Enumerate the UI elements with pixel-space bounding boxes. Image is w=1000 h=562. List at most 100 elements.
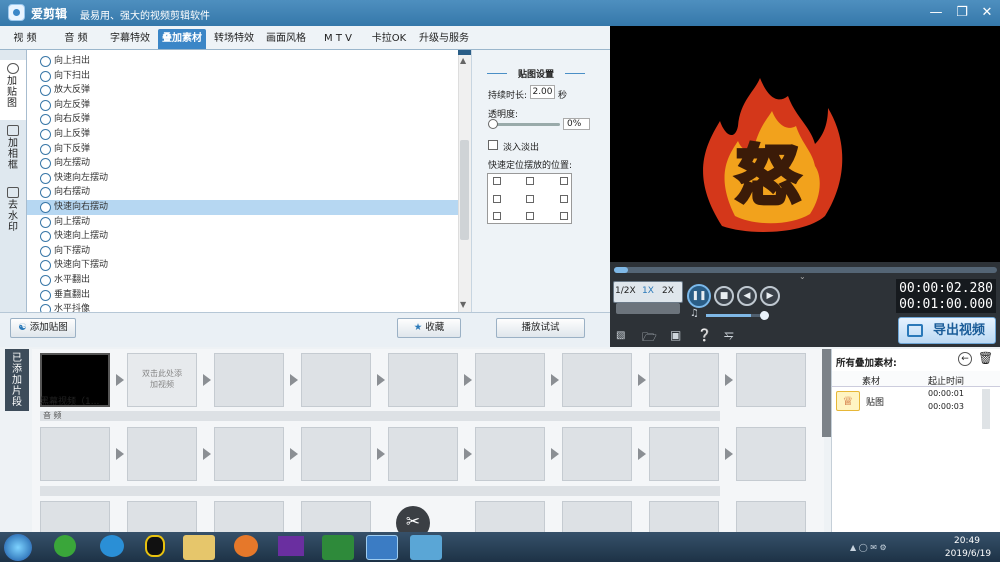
speed-2x[interactable]: 2X — [662, 286, 674, 296]
volume-icon[interactable]: ♫ — [690, 308, 699, 319]
speed-half[interactable]: 1/2X — [615, 286, 636, 296]
position-center[interactable] — [526, 195, 534, 203]
empty-clip-slot[interactable] — [301, 501, 371, 532]
browser-360-icon[interactable] — [54, 535, 76, 557]
track-scrollbar[interactable] — [822, 349, 831, 437]
tab-video[interactable]: 视 频 — [4, 29, 46, 49]
effect-item[interactable]: 垂直翻出 — [27, 288, 458, 303]
start-button-icon[interactable] — [4, 534, 32, 561]
volume-handle[interactable] — [760, 311, 769, 320]
media-player-icon[interactable] — [278, 536, 304, 556]
open-folder-icon[interactable]: 🗁 — [642, 328, 657, 349]
effect-item-selected[interactable]: 快速向右摆动 — [27, 199, 458, 215]
empty-clip-slot[interactable] — [649, 353, 719, 407]
chevron-down-icon[interactable]: ⌄ — [799, 272, 806, 281]
pause-icon[interactable]: ❚❚ — [687, 284, 711, 308]
tab-transitions[interactable]: 转场特效 — [210, 29, 258, 49]
ai-jianji-taskbar-icon[interactable] — [366, 535, 398, 560]
effect-item[interactable]: 向右反弹 — [27, 112, 458, 127]
previous-icon[interactable]: ◀ — [737, 286, 757, 306]
vtab-add-frame[interactable]: 加相框 — [0, 122, 26, 182]
effect-item[interactable]: 快速向上摆动 — [27, 229, 458, 244]
fade-checkbox[interactable] — [488, 140, 498, 150]
effect-item[interactable]: 向下扫出 — [27, 69, 458, 84]
tab-mtv[interactable]: M T V — [316, 29, 360, 49]
trash-icon[interactable]: 🗑 — [978, 351, 993, 365]
file-explorer-icon[interactable] — [183, 535, 215, 560]
favorite-button[interactable]: ★ 收藏 — [397, 318, 461, 338]
add-sticker-button[interactable]: ☯ 添加贴图 — [10, 318, 76, 338]
overlay-list-row[interactable]: ♕ 贴图 00:00:01 00:00:03 — [832, 389, 1000, 415]
position-top-center[interactable] — [526, 177, 534, 185]
added-clips-tab[interactable]: 已添加片段 — [5, 349, 29, 411]
empty-clip-slot[interactable] — [736, 353, 806, 407]
position-top-left[interactable] — [493, 177, 501, 185]
empty-clip-slot[interactable] — [40, 501, 110, 532]
empty-clip-slot[interactable] — [649, 501, 719, 532]
position-bottom-center[interactable] — [526, 212, 534, 220]
vtab-remove-watermark[interactable]: 去水印 — [0, 184, 26, 244]
save-icon[interactable]: ▣ — [670, 328, 681, 342]
effect-item[interactable]: 向左反弹 — [27, 98, 458, 113]
effect-item[interactable]: 向下反弹 — [27, 142, 458, 157]
effect-item[interactable]: 水平翻出 — [27, 273, 458, 288]
window-app-icon[interactable] — [410, 535, 442, 560]
help-icon[interactable]: ❔ — [697, 328, 712, 342]
effect-item[interactable]: 向上扫出 — [27, 54, 458, 69]
overlay-list-scrollbar[interactable] — [982, 389, 990, 429]
system-tray-icons[interactable]: ▲ ◯ ✉ ⚙ — [850, 543, 910, 553]
duration-input[interactable]: 2.00 — [530, 85, 555, 99]
empty-clip-slot[interactable] — [127, 501, 197, 532]
position-middle-left[interactable] — [493, 195, 501, 203]
empty-clip-slot[interactable] — [388, 427, 458, 481]
effect-item[interactable]: 向上摆动 — [27, 215, 458, 230]
effect-item[interactable]: 向右摆动 — [27, 185, 458, 200]
opacity-value[interactable]: 0% — [563, 118, 590, 130]
share-icon[interactable]: ⥧ — [724, 328, 734, 343]
empty-clip-slot[interactable] — [562, 353, 632, 407]
empty-clip-slot[interactable] — [127, 427, 197, 481]
effect-item[interactable]: 快速向下摆动 — [27, 258, 458, 273]
security-shield-icon[interactable] — [322, 535, 354, 560]
position-middle-right[interactable] — [560, 195, 568, 203]
stop-icon[interactable]: ■ — [714, 286, 734, 306]
tab-karaoke[interactable]: 卡拉OK — [366, 29, 412, 49]
effect-item[interactable]: 向下摆动 — [27, 244, 458, 259]
empty-clip-slot[interactable] — [301, 427, 371, 481]
effect-item[interactable]: 水平抖像 — [27, 302, 458, 312]
empty-clip-slot[interactable] — [214, 353, 284, 407]
empty-clip-slot[interactable] — [475, 353, 545, 407]
effect-list-scroll-thumb[interactable] — [460, 140, 469, 240]
minimize-icon[interactable]: — — [924, 4, 948, 22]
tab-upgrade-services[interactable]: 升级与服务 — [416, 29, 472, 49]
ie-browser-icon[interactable] — [100, 535, 124, 557]
effect-item[interactable]: 快速向左摆动 — [27, 171, 458, 186]
empty-clip-slot[interactable] — [475, 427, 545, 481]
maximize-icon[interactable]: ❐ — [950, 4, 974, 22]
vtab-add-sticker[interactable]: 加贴图 — [0, 60, 26, 120]
tab-subtitle-effects[interactable]: 字幕特效 — [106, 29, 154, 49]
position-top-right[interactable] — [560, 177, 568, 185]
new-project-icon[interactable]: ▧ — [616, 330, 625, 341]
empty-clip-slot[interactable] — [40, 427, 110, 481]
tab-audio[interactable]: 音 频 — [55, 29, 97, 49]
frame-step-bar[interactable] — [616, 303, 680, 314]
play-test-button[interactable]: 播放试试 — [496, 318, 585, 338]
scissors-icon[interactable]: ✂ — [396, 506, 430, 532]
empty-clip-slot[interactable] — [736, 427, 806, 481]
effect-item[interactable]: 放大反弹 — [27, 83, 458, 98]
empty-clip-slot[interactable] — [736, 501, 806, 532]
tab-overlay-material[interactable]: 叠加素材 — [158, 29, 206, 49]
empty-clip-slot[interactable] — [301, 353, 371, 407]
effect-item[interactable]: 向左摆动 — [27, 156, 458, 171]
empty-clip-slot[interactable] — [214, 501, 284, 532]
tab-picture-style[interactable]: 画面风格 — [262, 29, 310, 49]
opacity-slider-handle[interactable] — [488, 119, 498, 129]
next-icon[interactable]: ▶ — [760, 286, 780, 306]
effect-item[interactable]: 向上反弹 — [27, 127, 458, 142]
speed-1x[interactable]: 1X — [642, 286, 654, 296]
empty-clip-slot[interactable] — [475, 501, 545, 532]
empty-clip-slot[interactable] — [562, 427, 632, 481]
close-icon[interactable]: ✕ — [975, 4, 999, 22]
export-video-button[interactable]: 导出视频 — [898, 317, 996, 344]
